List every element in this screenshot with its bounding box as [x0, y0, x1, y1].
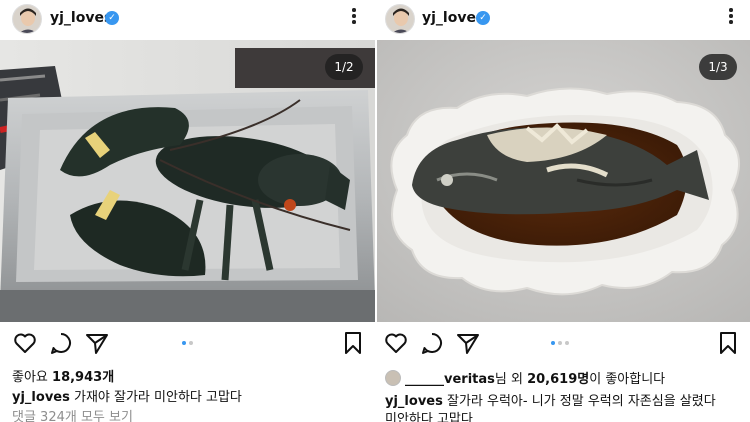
likes-count: 20,619명: [527, 372, 590, 387]
caption-line: yj_loves 잘가라 우럭아- 니가 정말 우럭의 자존심을 살렸다: [385, 390, 716, 409]
bookmark-icon[interactable]: [340, 330, 366, 356]
view-all-comments-link[interactable]: 댓글 324개 모두 보기: [12, 406, 133, 422]
post-header: yj_loves ✓: [0, 0, 375, 40]
heart-icon[interactable]: [12, 330, 38, 356]
comment-bubble-icon[interactable]: [48, 330, 74, 356]
more-options-icon[interactable]: [351, 8, 357, 28]
verified-badge-icon: ✓: [105, 11, 119, 25]
post-username[interactable]: yj_loves: [50, 10, 112, 26]
caption-text: 가재야 잘가라 미안하다 고맙다: [74, 390, 242, 405]
carousel-indicator: [182, 341, 193, 345]
comment-bubble-icon[interactable]: [419, 330, 445, 356]
likes-count-line[interactable]: 좋아요 18,943개: [12, 366, 114, 385]
likes-count: 18,943개: [52, 370, 115, 385]
heart-icon[interactable]: [383, 330, 409, 356]
photo-counter-badge: 1/3: [699, 54, 737, 80]
post-header: yj_loves ✓: [377, 0, 750, 40]
profile-avatar[interactable]: [385, 4, 415, 34]
carousel-indicator: [551, 341, 569, 345]
post-photo-fish[interactable]: 1/3: [377, 40, 750, 322]
caption-text: 잘가라 우럭아- 니가 정말 우럭의 자존심을 살렸다: [447, 394, 716, 409]
post-fish: yj_loves ✓ 1/3 ______veritas님 외 20,619명이…: [377, 0, 750, 422]
post-actions-bar: [0, 330, 375, 360]
liked-by-suffix: 님 외: [494, 372, 523, 387]
post-actions-bar: [377, 330, 750, 360]
more-options-icon[interactable]: [728, 8, 734, 28]
carousel-dot: [182, 341, 186, 345]
liked-by-line[interactable]: ______veritas님 외 20,619명이 좋아합니다: [385, 368, 665, 387]
post-photo-lobster[interactable]: 1/2: [0, 40, 375, 322]
carousel-dot: [551, 341, 555, 345]
carousel-dot: [558, 341, 562, 345]
carousel-dot: [565, 341, 569, 345]
liker-avatar: [385, 370, 401, 386]
bookmark-icon[interactable]: [715, 330, 741, 356]
likes-label: 좋아요: [12, 370, 48, 385]
profile-avatar[interactable]: [12, 4, 42, 34]
photo-counter-badge: 1/2: [325, 54, 363, 80]
liked-by-username[interactable]: ______veritas: [405, 372, 495, 387]
carousel-dot: [189, 341, 193, 345]
caption-line: yj_loves 가재야 잘가라 미안하다 고맙다: [12, 386, 242, 405]
post-username[interactable]: yj_loves: [422, 10, 484, 26]
paper-plane-icon[interactable]: [455, 330, 481, 356]
caption-continuation: 미안하다 고맙다: [385, 412, 473, 422]
caption-username[interactable]: yj_loves: [12, 390, 70, 405]
verified-badge-icon: ✓: [476, 11, 490, 25]
paper-plane-icon[interactable]: [84, 330, 110, 356]
likes-suffix: 이 좋아합니다: [589, 372, 666, 387]
caption-username[interactable]: yj_loves: [385, 394, 443, 409]
post-lobster: yj_loves ✓ 1/2 좋아요 18,943개 yj_loves 가재야 …: [0, 0, 375, 422]
